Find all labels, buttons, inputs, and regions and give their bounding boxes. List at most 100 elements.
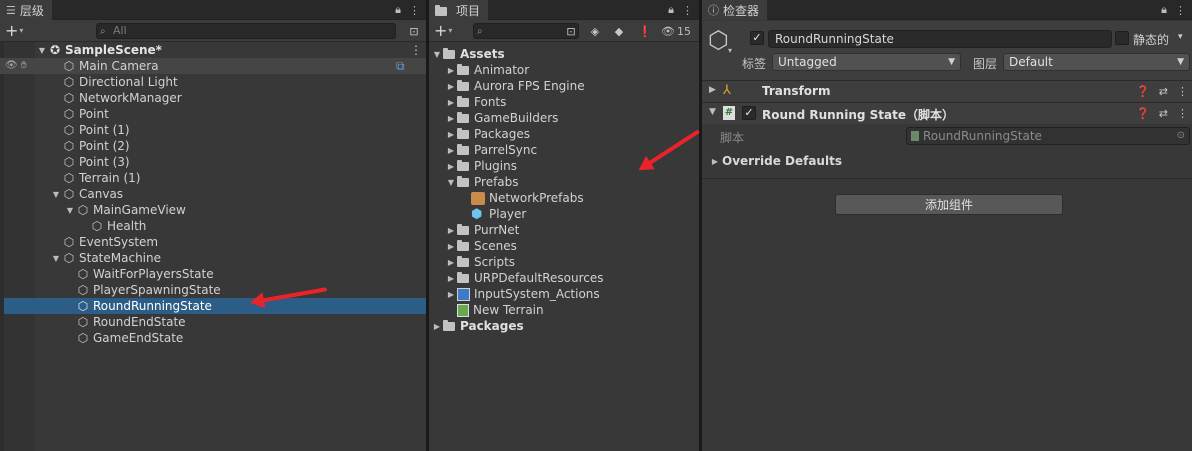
hidden-packages-toggle[interactable]: 👁︎ 15 — [661, 23, 691, 39]
preset-icon[interactable]: ⇄ — [1159, 107, 1168, 120]
collapse-arrow-icon[interactable]: ▶ — [709, 85, 716, 95]
help-icon[interactable]: ❓ — [1136, 107, 1150, 120]
component-enabled-checkbox[interactable]: ✓ — [742, 106, 756, 120]
project-item-purr-net[interactable]: ▶ PurrNet — [445, 222, 519, 238]
project-item-input-system-actions[interactable]: ▶ InputSystem_Actions — [445, 286, 600, 302]
lock-icon[interactable]: 🔒︎ — [668, 3, 674, 17]
hierarchy-item-event-system[interactable]: ⬡ EventSystem — [50, 234, 158, 250]
project-item-fonts[interactable]: ▶ Fonts — [445, 94, 506, 110]
hierarchy-item-point-1[interactable]: ⬡ Point (1) — [50, 122, 130, 138]
project-item-scripts[interactable]: ▶ Scripts — [445, 254, 515, 270]
more-icon[interactable]: ⋮ — [409, 4, 420, 17]
object-picker-icon[interactable]: ⊙ — [1177, 128, 1185, 144]
static-dropdown-arrow-icon[interactable]: ▾ — [1178, 32, 1183, 42]
project-item-urp-default-resources[interactable]: ▶ URPDefaultResources — [445, 270, 604, 286]
search-by-type-icon[interactable]: ⊡ — [563, 23, 579, 39]
project-item-plugins[interactable]: ▶ Plugins — [445, 158, 517, 174]
collapse-arrow-icon[interactable]: ▶ — [445, 130, 457, 139]
hierarchy-item-terrain-1[interactable]: ⬡ Terrain (1) — [50, 170, 141, 186]
search-by-type-icon[interactable]: ⊡ — [406, 23, 422, 39]
collapse-arrow-icon[interactable]: ▶ — [445, 226, 457, 235]
collapse-arrow-icon[interactable]: ▶ — [431, 322, 443, 331]
tag-dropdown[interactable]: Untagged ▼ — [772, 53, 961, 71]
expand-arrow-icon[interactable]: ▼ — [709, 107, 716, 117]
icon-dropdown-arrow-icon[interactable]: ▾ — [728, 46, 732, 55]
collapse-arrow-icon[interactable]: ▶ — [445, 146, 457, 155]
hierarchy-item-game-end-state[interactable]: ⬡ GameEndState — [64, 330, 184, 346]
preset-icon[interactable]: ⇄ — [1159, 85, 1168, 98]
tab-hierarchy[interactable]: ☰ 层级 — [0, 0, 52, 20]
project-item-scenes[interactable]: ▶ Scenes — [445, 238, 517, 254]
tab-project[interactable]: 项目 — [429, 0, 489, 20]
more-icon[interactable]: ⋮ — [682, 4, 693, 17]
create-button[interactable]: + ▾ — [434, 22, 460, 39]
filter-by-type-icon[interactable]: ◈ — [587, 23, 603, 39]
hierarchy-item-point-3[interactable]: ⬡ Point (3) — [50, 154, 130, 170]
hierarchy-item-wait-for-players-state[interactable]: ⬡ WaitForPlayersState — [64, 266, 214, 282]
transform-component-header[interactable]: ▶ ⅄ Transform ❓ ⇄ ⋮ — [702, 80, 1192, 102]
add-button[interactable]: + ▾ — [5, 22, 31, 39]
project-item-prefabs[interactable]: ▼ Prefabs — [445, 174, 519, 190]
project-item-player[interactable]: ⬢ Player — [471, 206, 526, 222]
collapse-arrow-icon[interactable]: ▶ — [445, 242, 457, 251]
hierarchy-item-point[interactable]: ⬡ Point — [50, 106, 109, 122]
project-item-game-builders[interactable]: ▶ GameBuilders — [445, 110, 559, 126]
component-menu-icon[interactable]: ⋮ — [1177, 85, 1188, 98]
project-item-packages-sub[interactable]: ▶ Packages — [445, 126, 530, 142]
project-item-packages[interactable]: ▶ Packages — [431, 318, 524, 334]
scene-menu-icon[interactable]: ⋮ — [410, 43, 422, 57]
hierarchy-item-main-camera[interactable]: ⬡ Main Camera — [50, 58, 159, 74]
lock-icon[interactable]: 🔒︎ — [395, 3, 401, 17]
expand-arrow-icon[interactable]: ▼ — [431, 50, 443, 59]
tab-inspector[interactable]: ⓘ 检查器 — [702, 0, 768, 20]
override-defaults-foldout[interactable]: ▶ Override Defaults — [708, 153, 842, 169]
expand-arrow-icon[interactable]: ▼ — [64, 206, 76, 215]
hierarchy-item-round-running-state[interactable]: ⬡ RoundRunningState — [4, 298, 426, 314]
component-menu-icon[interactable]: ⋮ — [1177, 107, 1188, 120]
layer-dropdown[interactable]: Default ▼ — [1003, 53, 1190, 71]
expand-arrow-icon[interactable]: ▼ — [445, 178, 457, 187]
object-name-field[interactable]: RoundRunningState — [768, 30, 1112, 48]
hierarchy-item-round-end-state[interactable]: ⬡ RoundEndState — [64, 314, 186, 330]
gameobject-cube-icon[interactable]: ⬡ — [708, 28, 729, 52]
help-icon[interactable]: ❓ — [1136, 85, 1150, 98]
project-item-new-terrain[interactable]: New Terrain — [457, 302, 544, 318]
filter-by-label-icon[interactable]: ◆ — [611, 23, 627, 39]
collapse-arrow-icon[interactable]: ▶ — [445, 274, 457, 283]
hierarchy-item-health[interactable]: ⬡ Health — [78, 218, 147, 234]
collapse-arrow-icon[interactable]: ▶ — [445, 66, 457, 75]
script-field[interactable]: RoundRunningState ⊙ — [906, 127, 1190, 145]
collapse-arrow-icon[interactable]: ▶ — [445, 98, 457, 107]
collapse-arrow-icon[interactable]: ▶ — [445, 290, 457, 299]
visibility-eye-icon[interactable]: 👁︎ ✋︎ — [5, 60, 27, 71]
hierarchy-item-canvas[interactable]: ▼ ⬡ Canvas — [50, 186, 123, 202]
expand-arrow-icon[interactable]: ▼ — [50, 190, 62, 199]
script-component-header[interactable]: ▼ # ✓ Round Running State（脚本） ❓ ⇄ ⋮ — [702, 102, 1192, 124]
lock-icon[interactable]: 🔒︎ — [1161, 3, 1167, 17]
project-item-parrel-sync[interactable]: ▶ ParrelSync — [445, 142, 537, 158]
collapse-arrow-icon[interactable]: ▶ — [445, 162, 457, 171]
project-item-network-prefabs[interactable]: NetworkPrefabs — [471, 190, 584, 206]
expand-arrow-icon[interactable]: ▼ — [50, 254, 62, 263]
project-item-aurora-fps-engine[interactable]: ▶ Aurora FPS Engine — [445, 78, 585, 94]
collapse-arrow-icon[interactable]: ▶ — [445, 114, 457, 123]
hierarchy-item-state-machine[interactable]: ▼ ⬡ StateMachine — [50, 250, 161, 266]
collapse-arrow-icon[interactable]: ▶ — [445, 258, 457, 267]
hierarchy-item-directional-light[interactable]: ⬡ Directional Light — [50, 74, 178, 90]
expand-arrow-icon[interactable]: ▼ — [36, 46, 48, 55]
warning-icon[interactable]: ❗ — [637, 23, 653, 39]
more-icon[interactable]: ⋮ — [1175, 4, 1186, 17]
static-checkbox[interactable] — [1115, 31, 1129, 45]
active-checkbox[interactable]: ✓ — [750, 31, 764, 45]
collapse-arrow-icon[interactable]: ▶ — [445, 82, 457, 91]
collapse-arrow-icon[interactable]: ▶ — [708, 157, 722, 166]
hierarchy-item-network-manager[interactable]: ⬡ NetworkManager — [50, 90, 182, 106]
scene-row[interactable]: ▼ ✪ SampleScene* — [36, 42, 162, 58]
hierarchy-item-point-2[interactable]: ⬡ Point (2) — [50, 138, 130, 154]
hierarchy-search-input[interactable]: ⌕ All — [96, 23, 396, 39]
hierarchy-item-main-game-view[interactable]: ▼ ⬡ MainGameView — [64, 202, 186, 218]
project-item-assets[interactable]: ▼ Assets — [431, 46, 505, 62]
hierarchy-item-player-spawning-state[interactable]: ⬡ PlayerSpawningState — [64, 282, 221, 298]
project-item-animator[interactable]: ▶ Animator — [445, 62, 529, 78]
add-component-button[interactable]: 添加组件 — [835, 194, 1063, 215]
